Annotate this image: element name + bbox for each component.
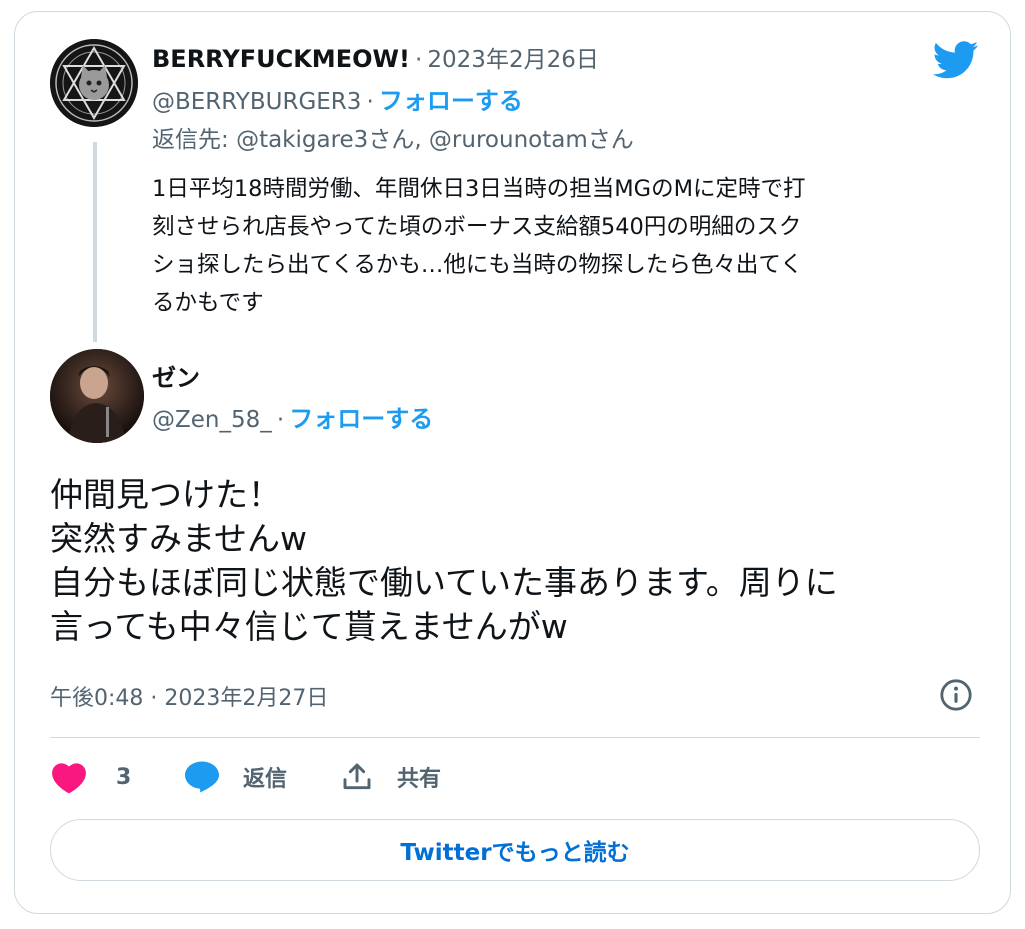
reply-to-users[interactable]: @takigare3さん, @rurounotamさん <box>236 127 634 153</box>
like-action[interactable]: 3 <box>50 757 131 797</box>
divider <box>50 737 980 738</box>
cat-hexagram-avatar-image <box>50 39 138 127</box>
tweet-text-line: るかもです <box>152 290 264 316</box>
user-handle[interactable]: @Zen_58_ <box>152 407 272 433</box>
tweet-text-line: 刻させられ店長やってた頃のボーナス支給額540円の明細のスク <box>152 214 802 240</box>
tweet-timestamp[interactable]: 午後0:48 · 2023年2月27日 <box>50 680 328 712</box>
read-more-on-twitter-button[interactable]: Twitterでもっと読む <box>50 819 980 881</box>
follow-button[interactable]: フォローする <box>379 87 523 115</box>
thread-connector-line <box>93 142 97 342</box>
heart-icon <box>52 763 86 794</box>
tweet-text-line: 言っても中々信じて貰えませんがw <box>50 607 568 646</box>
share-action[interactable]: 共有 <box>341 757 441 797</box>
reply-to-prefix: 返信先: <box>152 127 237 153</box>
reply-action[interactable]: 返信 <box>183 757 287 797</box>
avatar-zen[interactable] <box>50 349 144 443</box>
quoted-tweet-text: 1日平均18時間労働、年間休日3日当時の担当MGのMに定時で打 刻させられ店長や… <box>152 170 972 322</box>
quoted-tweet-header: BERRYFUCKMEOW! · 2023年2月26日 <box>152 40 599 74</box>
reply-label: 返信 <box>243 767 288 792</box>
tweet-text-line: 仲間見つけた！ <box>50 475 281 514</box>
main-tweet-text: 仲間見つけた！ 突然すみませんw 自分もほぼ同じ状態で働いていた事あります。周り… <box>50 473 838 649</box>
quoted-tweet-handle-row: @BERRYBURGER3 · フォローする <box>152 81 523 116</box>
tweet-embed-card: BERRYFUCKMEOW! · 2023年2月26日 @BERRYBURGER… <box>14 11 1011 914</box>
avatar-berryfuckmeow[interactable] <box>50 39 138 127</box>
read-more-label: Twitterでもっと読む <box>400 840 630 866</box>
main-tweet-header: ゼン <box>152 358 200 393</box>
tweet-text-line: 自分もほぼ同じ状態で働いていた事あります。周りに <box>50 563 838 602</box>
tweet-text-line: 突然すみませんw <box>50 519 307 558</box>
info-icon[interactable] <box>939 678 973 712</box>
separator-dot: · <box>276 407 285 433</box>
separator-dot: · <box>415 47 423 73</box>
share-icon <box>343 763 371 790</box>
performer-avatar-image <box>50 349 144 443</box>
display-name[interactable]: ゼン <box>152 364 200 392</box>
tweet-date[interactable]: 2023年2月26日 <box>427 47 598 73</box>
like-count: 3 <box>116 764 132 790</box>
tweet-text-line: ショ探したら出てくるかも…他にも当時の物探したら色々出てく <box>152 252 803 278</box>
main-tweet-handle-row: @Zen_58_ · フォローする <box>152 399 433 434</box>
user-handle[interactable]: @BERRYBURGER3 <box>152 89 361 115</box>
display-name[interactable]: BERRYFUCKMEOW! <box>152 45 410 73</box>
separator-dot: · <box>366 89 374 115</box>
share-label: 共有 <box>397 767 442 792</box>
reply-to-line: 返信先: @takigare3さん, @rurounotamさん <box>152 120 634 154</box>
follow-button[interactable]: フォローする <box>289 405 433 433</box>
twitter-bird-icon[interactable] <box>933 41 979 79</box>
reply-bubble-icon <box>185 761 219 793</box>
tweet-text-line: 1日平均18時間労働、年間休日3日当時の担当MGのMに定時で打 <box>152 176 806 202</box>
